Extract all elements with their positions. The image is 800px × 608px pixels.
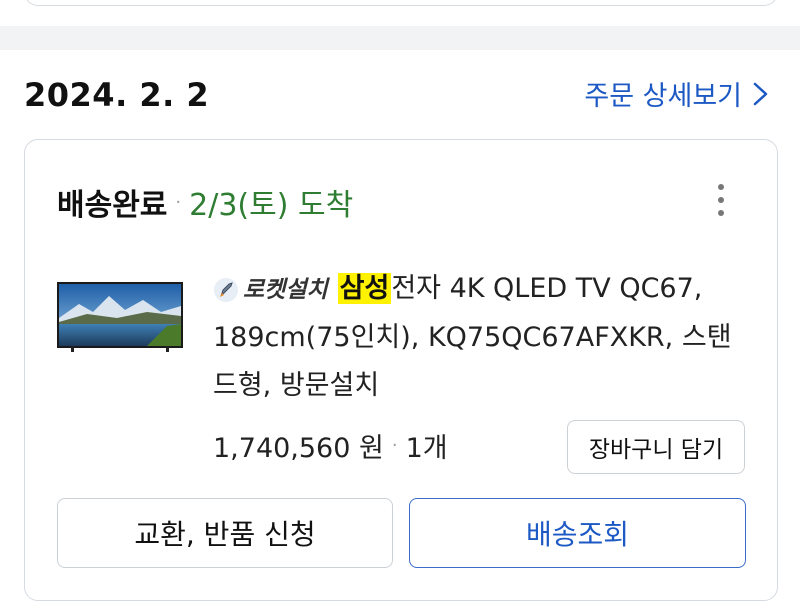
order-detail-link[interactable]: 주문 상세보기 <box>584 74 770 113</box>
delivery-status-row: 배송완료 · 2/3(토) 도착 <box>57 180 353 224</box>
previous-order-card <box>24 0 778 6</box>
product-quantity: 1개 <box>405 433 448 464</box>
order-date: 2024. 2. 2 <box>24 76 210 114</box>
add-to-cart-button[interactable]: 장바구니 담기 <box>567 420 745 474</box>
delivery-status: 배송완료 <box>57 188 168 223</box>
order-detail-label: 주문 상세보기 <box>584 81 742 112</box>
price-separator: · <box>391 435 398 456</box>
price-row: 1,740,560 원 · 1개 <box>213 426 448 465</box>
tv-product-image[interactable] <box>57 282 183 354</box>
section-divider <box>0 26 800 50</box>
status-separator: · <box>175 191 182 213</box>
arrival-date: 2/3(토) 도착 <box>189 188 354 223</box>
product-price: 1,740,560 원 <box>213 433 384 464</box>
more-options-icon[interactable] <box>709 180 733 220</box>
chevron-right-icon <box>753 82 768 105</box>
rocket-icon <box>214 277 238 302</box>
product-title[interactable]: 로켓설치 삼성전자 4K QLED TV QC67, 189cm(75인치), … <box>213 265 743 410</box>
track-delivery-button[interactable]: 배송조회 <box>409 498 746 568</box>
order-card: 배송완료 · 2/3(토) 도착 로켓설치 삼성전자 4K QLED TV QC… <box>24 139 778 601</box>
rocket-install-badge: 로켓설치 <box>213 266 328 314</box>
rocket-install-label: 로켓설치 <box>243 276 328 303</box>
exchange-return-button[interactable]: 교환, 반품 신청 <box>57 498 393 568</box>
product-brand: 삼성 <box>337 273 392 304</box>
